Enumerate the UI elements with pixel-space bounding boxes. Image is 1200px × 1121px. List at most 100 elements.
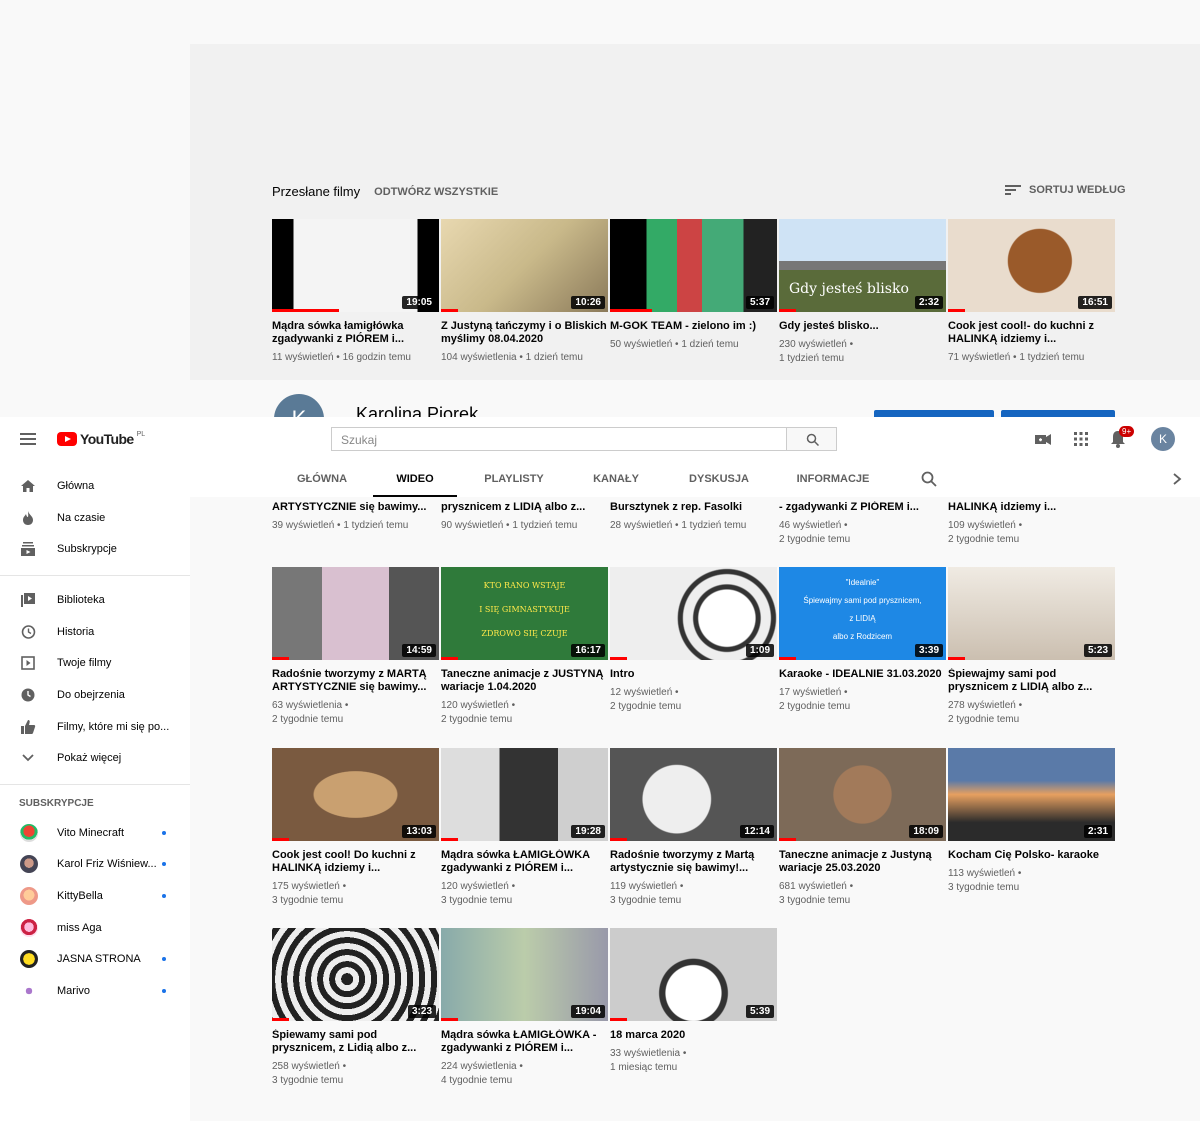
video-card[interactable]: HALINKĄ idziemy i... 109 wyświetleń • 2 t… [948,501,1115,547]
video-thumbnail[interactable]: 5:23 [948,567,1115,660]
video-card[interactable]: 5:23 Śpiewajmy sami pod prysznicem z LIDI… [948,567,1115,727]
sidebar-item-biblioteka[interactable]: Biblioteka [0,584,190,616]
video-title[interactable]: Cook jest cool!- do kuchni z HALINKĄ idz… [948,320,1115,346]
video-thumbnail[interactable]: 1:09 [610,567,777,660]
video-title[interactable]: Gdy jesteś blisko... [779,320,946,333]
video-card[interactable]: 1:09 Intro 12 wyświetleń • 2 tygodnie temu [610,567,777,714]
video-thumbnail[interactable]: KTO RANO WSTAJE I SIĘ GIMNASTYKUJE ZDROWO … [441,567,608,660]
sidebar-sub-vito-minecraft[interactable]: Vito Minecraft [0,817,190,849]
sidebar-sub-karol-friz[interactable]: Karol Friz Wiśniew... [0,848,190,880]
video-title[interactable]: ARTYSTYCZNIE się bawimy... [272,501,439,514]
video-title[interactable]: Mądra sówka ŁAMIGŁÓWKA - zgadywanki z PI… [441,1029,608,1055]
youtube-logo[interactable]: YouTube PL [57,431,145,447]
video-title[interactable]: Mądra sówka ŁAMIGŁÓWKA zgadywanki z PIÓR… [441,849,608,875]
sidebar-sub-marivo[interactable]: Marivo [0,975,190,1007]
search-button[interactable] [786,427,837,451]
video-card[interactable]: 16:51 Cook jest cool!- do kuchni z HALINK… [948,219,1115,365]
video-thumbnail[interactable]: 12:14 [610,748,777,841]
video-card[interactable]: - zgadywanki Z PIÓREM i... 46 wyświetleń … [779,501,946,547]
video-title[interactable]: Taneczne animacje z Justyną wariacje 25.… [779,849,946,875]
apps-icon[interactable] [1071,429,1091,449]
create-video-icon[interactable] [1033,429,1053,449]
video-card[interactable]: 3:23 Śpiewamy sami pod prysznicem, z Lidi… [272,928,439,1088]
video-thumbnail[interactable]: 3:23 [272,928,439,1021]
video-card[interactable]: 12:14 Radośnie tworzymy z Martą artystycz… [610,748,777,908]
video-card[interactable]: 19:05 Mądra sówka łamigłówka zgadywanki z… [272,219,439,365]
video-title[interactable]: - zgadywanki Z PIÓREM i... [779,501,946,514]
video-thumbnail[interactable]: 19:05 [272,219,439,312]
tab-glowna[interactable]: GŁÓWNA [286,461,358,497]
video-title[interactable]: Radośnie tworzymy z Martą artystycznie s… [610,849,777,875]
video-title[interactable]: prysznicem z LIDIĄ albo z... [441,501,608,514]
sidebar-sub-jasna-strona[interactable]: JASNA STRONA [0,943,190,975]
video-title[interactable]: M-GOK TEAM - zielono im :) [610,320,777,333]
video-thumbnail[interactable]: 18:09 [779,748,946,841]
sort-button[interactable]: SORTUJ WEDŁUG [1005,184,1126,196]
tab-wideo[interactable]: WIDEO [373,461,457,497]
video-thumbnail[interactable]: 5:39 [610,928,777,1021]
tab-dyskusja[interactable]: DYSKUSJA [679,461,759,497]
video-thumbnail[interactable]: 16:51 [948,219,1115,312]
video-thumbnail[interactable]: 19:04 [441,928,608,1021]
video-title[interactable]: Radośnie tworzymy z MARTĄ ARTYSTYCZNIE s… [272,668,439,694]
sidebar-sub-kittybella[interactable]: KittyBella [0,880,190,912]
video-title[interactable]: Kocham Cię Polsko- karaoke [948,849,1115,862]
video-title[interactable]: Śpiewajmy sami pod prysznicem z LIDIĄ al… [948,668,1115,694]
sidebar-item-liked-videos[interactable]: Filmy, które mi się po... [0,711,190,743]
video-title[interactable]: Z Justyną tańczymy i o Bliskich myślimy … [441,320,608,346]
play-all-button[interactable]: ODTWÓRZ WSZYSTKIE [374,186,498,198]
video-thumbnail[interactable]: 2:31 [948,748,1115,841]
video-title[interactable]: Intro [610,668,777,681]
sidebar-item-na-czasie[interactable]: Na czasie [0,502,190,534]
tab-informacje[interactable]: INFORMACJE [788,461,878,497]
video-title[interactable]: Bursztynek z rep. Fasolki [610,501,777,514]
video-card[interactable]: Bursztynek z rep. Fasolki 28 wyświetleń •… [610,501,777,533]
sidebar-show-more[interactable]: Pokaż więcej [0,742,190,774]
video-card[interactable]: prysznicem z LIDIĄ albo z... 90 wyświetle… [441,501,608,533]
tab-playlisty[interactable]: PLAYLISTY [473,461,555,497]
video-card[interactable]: KTO RANO WSTAJE I SIĘ GIMNASTYKUJE ZDROWO … [441,567,608,727]
sidebar-item-twoje-filmy[interactable]: Twoje filmy [0,647,190,679]
video-title[interactable]: HALINKĄ idziemy i... [948,501,1115,514]
upload-age: 16 godzin temu [342,352,411,363]
video-title[interactable]: Karaoke - IDEALNIE 31.03.2020 [779,668,946,681]
video-thumbnail[interactable]: 10:26 [441,219,608,312]
video-card[interactable]: 10:26 Z Justyną tańczymy i o Bliskich myś… [441,219,608,365]
video-card[interactable]: Gdy jesteś blisko 2:32 Gdy jesteś blisko..… [779,219,946,366]
search-input[interactable]: Szukaj [331,427,787,451]
sidebar-item-label: Marivo [57,985,91,997]
video-title[interactable]: Śpiewamy sami pod prysznicem, z Lidią al… [272,1029,439,1055]
video-thumbnail[interactable]: 5:37 [610,219,777,312]
view-count: 17 wyświetleń [779,687,842,698]
video-title[interactable]: Taneczne animacje z JUSTYNĄ wariacje 1.0… [441,668,608,694]
video-card[interactable]: ARTYSTYCZNIE się bawimy... 39 wyświetleń … [272,501,439,533]
sidebar-item-historia[interactable]: Historia [0,616,190,648]
video-thumbnail[interactable]: 13:03 [272,748,439,841]
video-title[interactable]: 18 marca 2020 [610,1029,777,1042]
video-card[interactable]: 14:59 Radośnie tworzymy z MARTĄ ARTYSTYCZ… [272,567,439,727]
channel-search-icon[interactable] [921,471,937,487]
user-avatar[interactable]: K [1151,427,1175,451]
video-card[interactable]: 19:28 Mądra sówka ŁAMIGŁÓWKA zgadywanki z… [441,748,608,908]
sidebar-item-glowna[interactable]: Główna [0,470,190,502]
video-thumbnail[interactable]: 14:59 [272,567,439,660]
sidebar-sub-miss-aga[interactable]: miss Aga [0,912,190,944]
video-meta: 109 wyświetleń • 2 tygodnie temu [948,519,1115,547]
video-card[interactable]: 2:31 Kocham Cię Polsko- karaoke 113 wyświe… [948,748,1115,895]
sidebar-item-subskrypcje[interactable]: Subskrypcje [0,533,190,565]
video-card[interactable]: 5:37 M-GOK TEAM - zielono im :) 50 wyświet… [610,219,777,352]
menu-icon[interactable] [20,433,36,445]
tab-kanaly[interactable]: KANAŁY [582,461,650,497]
video-card[interactable]: 5:39 18 marca 2020 33 wyświetlenia • 1 mie… [610,928,777,1075]
video-card[interactable]: 18:09 Taneczne animacje z Justyną wariacj… [779,748,946,908]
video-thumbnail[interactable]: 19:28 [441,748,608,841]
chevron-right-icon[interactable] [1172,473,1182,485]
video-thumbnail[interactable]: "Idealnie" Śpiewajmy sami pod prysznicem,… [779,567,946,660]
video-card[interactable]: "Idealnie" Śpiewajmy sami pod prysznicem,… [779,567,946,714]
sidebar-item-do-obejrzenia[interactable]: Do obejrzenia [0,679,190,711]
video-title[interactable]: Mądra sówka łamigłówka zgadywanki z PIÓR… [272,320,439,346]
video-card[interactable]: 13:03 Cook jest cool! Do kuchni z HALINKĄ… [272,748,439,908]
video-thumbnail[interactable]: Gdy jesteś blisko 2:32 [779,219,946,312]
video-card[interactable]: 19:04 Mądra sówka ŁAMIGŁÓWKA - zgadywanki… [441,928,608,1088]
video-title[interactable]: Cook jest cool! Do kuchni z HALINKĄ idzi… [272,849,439,875]
